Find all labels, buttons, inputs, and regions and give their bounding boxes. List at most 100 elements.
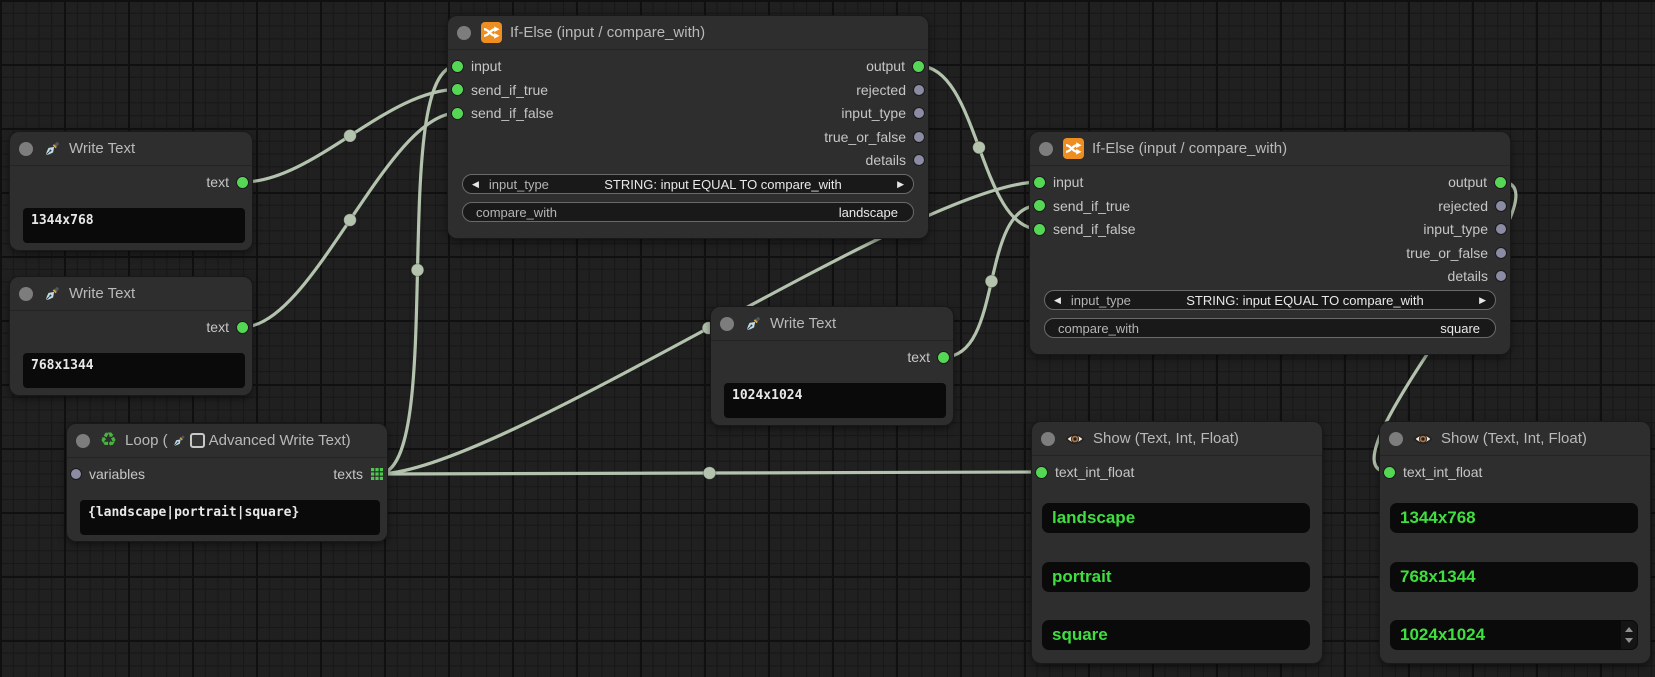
text-widget[interactable]: 768x1344 xyxy=(23,353,245,388)
collapse-toggle[interactable] xyxy=(1039,142,1053,156)
text-widget[interactable]: 1024x1024 xyxy=(724,383,946,418)
input-port-dot[interactable] xyxy=(452,84,463,95)
port-label: send_if_false xyxy=(471,105,554,121)
input-port-dot[interactable] xyxy=(71,469,81,479)
output-port-dot[interactable] xyxy=(1495,177,1506,188)
collapse-toggle[interactable] xyxy=(720,317,734,331)
collapse-toggle[interactable] xyxy=(457,26,471,40)
input-port-input[interactable]: input xyxy=(452,55,501,77)
show-value-text: square xyxy=(1052,625,1108,645)
input-port-dot[interactable] xyxy=(1034,177,1045,188)
node-show-2[interactable]: Show (Text, Int, Float)text_int_float134… xyxy=(1380,422,1650,663)
input-port-variables[interactable]: variables xyxy=(71,463,145,485)
node-title-text: Loop ( xyxy=(125,432,168,449)
show-value-box[interactable]: 1024x1024 xyxy=(1390,620,1638,650)
nodes-layer: Write Text text 1344x768 Write Text text 768… xyxy=(0,0,1655,677)
input-port-dot[interactable] xyxy=(452,61,463,72)
shuffle-icon xyxy=(1063,138,1084,159)
compare_with-widget[interactable]: compare_withlandscape xyxy=(462,202,914,222)
shuffle-icon xyxy=(481,22,502,43)
show-value-box[interactable]: portrait xyxy=(1042,562,1310,592)
output-port-text[interactable]: text xyxy=(206,171,248,193)
compare_with-widget[interactable]: compare_withsquare xyxy=(1044,318,1496,338)
output-port-dot[interactable] xyxy=(913,61,924,72)
show-value-box[interactable]: square xyxy=(1042,620,1310,650)
node-header: If-Else (input / compare_with) xyxy=(1030,132,1510,166)
combo-left-arrow-icon[interactable]: ◀ xyxy=(1054,296,1061,305)
input-port-send_if_false[interactable]: send_if_false xyxy=(1034,218,1136,240)
node-loop[interactable]: ♻Loop ( Advanced Write Text)variablestex… xyxy=(67,424,387,541)
output-port-dot[interactable] xyxy=(914,132,924,142)
widget-label: compare_with xyxy=(1058,321,1139,336)
input-port-dot[interactable] xyxy=(452,108,463,119)
output-port-details[interactable]: details xyxy=(866,149,924,171)
input-port-text_int_float[interactable]: text_int_float xyxy=(1384,461,1482,483)
output-port-output[interactable]: output xyxy=(866,55,924,77)
node-graph-canvas[interactable]: Write Text text 1344x768 Write Text text 768… xyxy=(0,0,1655,677)
input-port-dot[interactable] xyxy=(1036,467,1047,478)
collapse-toggle[interactable] xyxy=(19,287,33,301)
node-write-text-2[interactable]: Write Texttext768x1344 xyxy=(10,277,252,395)
output-port-dot[interactable] xyxy=(1496,224,1506,234)
port-label: details xyxy=(866,152,906,168)
output-port-true_or_false[interactable]: true_or_false xyxy=(1406,242,1506,264)
output-port-details[interactable]: details xyxy=(1448,265,1506,287)
output-port-true_or_false[interactable]: true_or_false xyxy=(824,126,924,148)
texts-grid-icon[interactable] xyxy=(371,468,383,480)
node-if-else-1[interactable]: If-Else (input / compare_with)inputsend_… xyxy=(448,16,928,238)
node-header: Write Text xyxy=(10,132,252,166)
output-port-dot[interactable] xyxy=(914,108,924,118)
output-port-rejected[interactable]: rejected xyxy=(856,79,924,101)
input-port-input[interactable]: input xyxy=(1034,171,1083,193)
input-port-send_if_true[interactable]: send_if_true xyxy=(1034,195,1130,217)
node-if-else-2[interactable]: If-Else (input / compare_with)inputsend_… xyxy=(1030,132,1510,354)
output-port-dot[interactable] xyxy=(237,177,248,188)
input-port-send_if_false[interactable]: send_if_false xyxy=(452,102,554,124)
output-port-dot[interactable] xyxy=(1496,248,1506,258)
output-port-dot[interactable] xyxy=(1496,201,1506,211)
output-port-dot[interactable] xyxy=(1496,271,1506,281)
output-port-text[interactable]: text xyxy=(907,346,949,368)
collapse-toggle[interactable] xyxy=(1041,432,1055,446)
show-value-box[interactable]: landscape xyxy=(1042,503,1310,533)
stepper-down-icon[interactable] xyxy=(1625,638,1633,643)
input_type-widget[interactable]: ◀input_typeSTRING: input EQUAL TO compar… xyxy=(1044,290,1496,310)
combo-right-arrow-icon[interactable]: ▶ xyxy=(897,180,904,189)
node-write-text-1[interactable]: Write Text text 1344x768 xyxy=(10,132,252,250)
collapse-toggle[interactable] xyxy=(1389,432,1403,446)
node-show-1[interactable]: Show (Text, Int, Float)text_int_floatlan… xyxy=(1032,422,1322,663)
input-port-text_int_float[interactable]: text_int_float xyxy=(1036,461,1134,483)
node-write-text-3[interactable]: Write Texttext1024x1024 xyxy=(711,307,953,425)
show-value-box[interactable]: 1344x768 xyxy=(1390,503,1638,533)
output-port-text[interactable]: text xyxy=(206,316,248,338)
text-widget[interactable]: {landscape|portrait|square} xyxy=(80,500,380,535)
text-widget[interactable]: 1344x768 xyxy=(23,208,245,243)
collapse-toggle[interactable] xyxy=(19,142,33,156)
node-title-text: Advanced Write Text) xyxy=(209,432,351,449)
input-port-dot[interactable] xyxy=(1034,200,1045,211)
output-port-dot[interactable] xyxy=(237,322,248,333)
output-port-texts[interactable]: texts xyxy=(333,463,383,485)
show-value-text: 1344x768 xyxy=(1400,508,1476,528)
output-port-input_type[interactable]: input_type xyxy=(1423,218,1506,240)
output-port-dot[interactable] xyxy=(914,155,924,165)
combo-right-arrow-icon[interactable]: ▶ xyxy=(1479,296,1486,305)
input-port-dot[interactable] xyxy=(1034,224,1045,235)
output-port-output[interactable]: output xyxy=(1448,171,1506,193)
input_type-widget[interactable]: ◀input_typeSTRING: input EQUAL TO compar… xyxy=(462,174,914,194)
widget-value: square xyxy=(1139,321,1486,336)
input-port-dot[interactable] xyxy=(1384,467,1395,478)
show-value-text: 768x1344 xyxy=(1400,567,1476,587)
output-port-dot[interactable] xyxy=(938,352,949,363)
port-label: variables xyxy=(89,466,145,482)
output-port-rejected[interactable]: rejected xyxy=(1438,195,1506,217)
collapse-toggle[interactable] xyxy=(76,434,90,448)
input-port-send_if_true[interactable]: send_if_true xyxy=(452,79,548,101)
stepper-up-icon[interactable] xyxy=(1625,627,1633,632)
output-port-dot[interactable] xyxy=(914,85,924,95)
output-port-input_type[interactable]: input_type xyxy=(841,102,924,124)
show-value-box[interactable]: 768x1344 xyxy=(1390,562,1638,592)
port-label: true_or_false xyxy=(1406,245,1488,261)
combo-left-arrow-icon[interactable]: ◀ xyxy=(472,180,479,189)
value-stepper[interactable] xyxy=(1621,621,1637,649)
